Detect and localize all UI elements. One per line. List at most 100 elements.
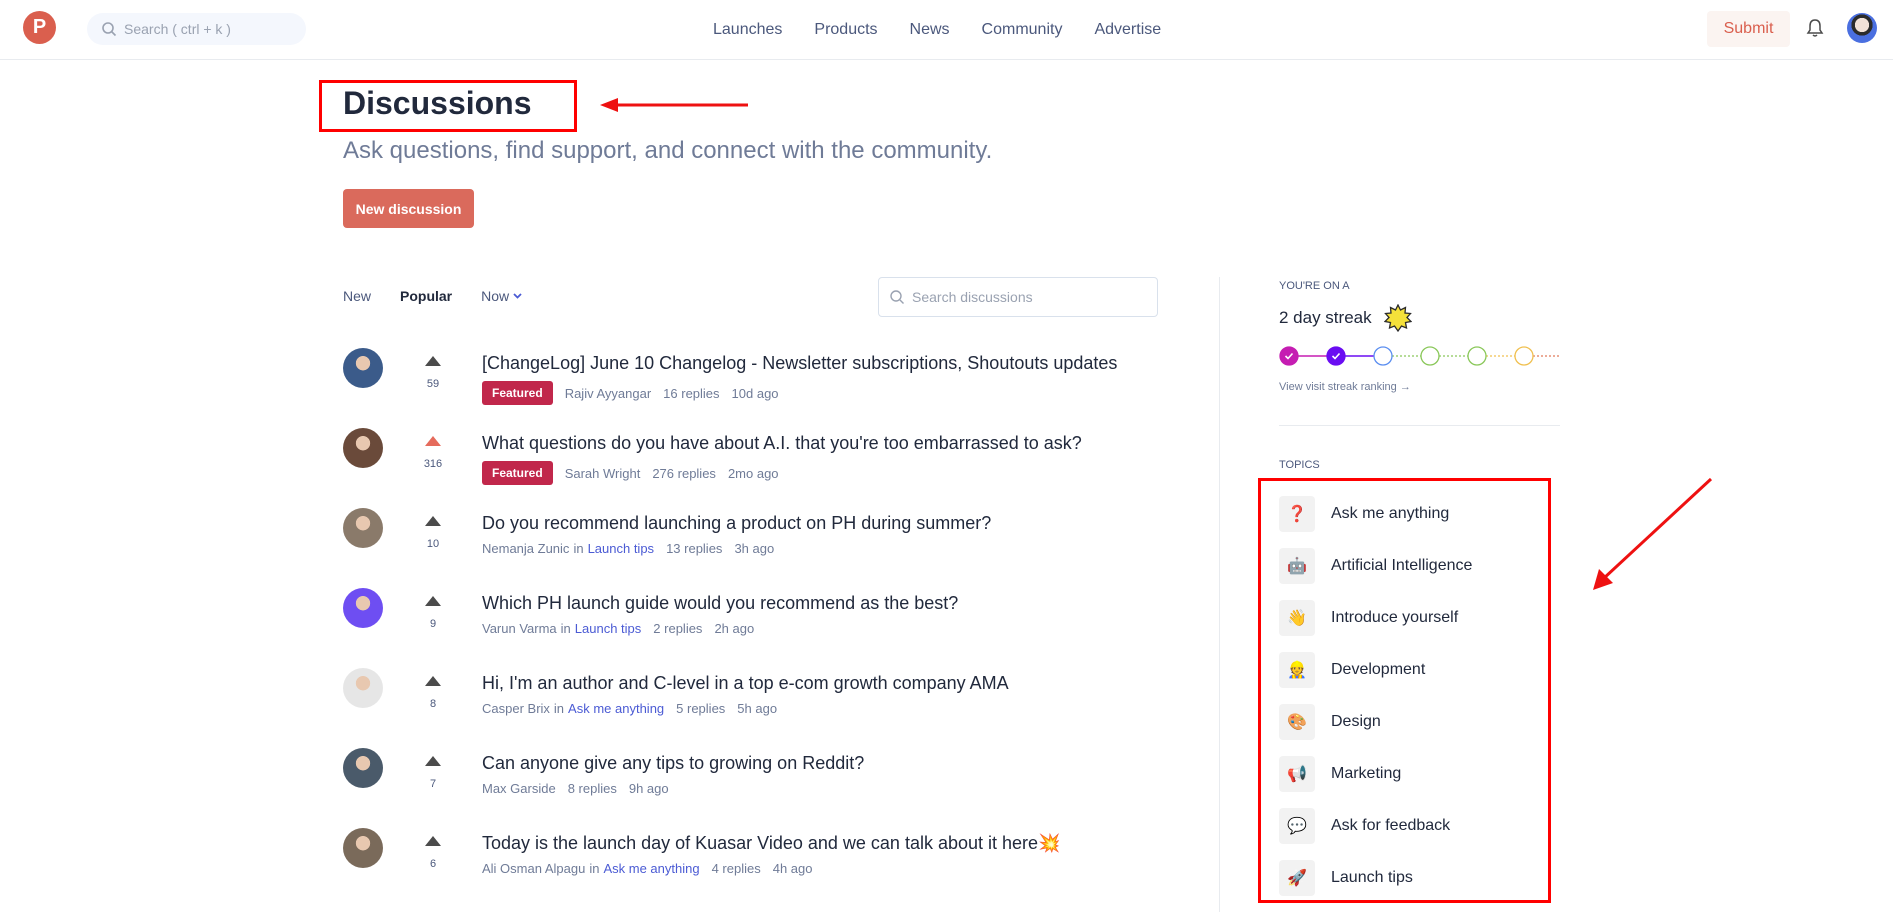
- topic-link[interactable]: Launch tips: [575, 621, 642, 636]
- author-name[interactable]: Varun Varma: [482, 621, 557, 636]
- replies-count: 276 replies: [652, 465, 716, 481]
- discussion-meta: Max Garside 8 replies 9h ago: [482, 781, 669, 796]
- upvote-button[interactable]: 6: [418, 830, 448, 870]
- author-avatar[interactable]: [343, 668, 383, 708]
- upvote-button[interactable]: 59: [418, 350, 448, 390]
- replies-count: 4 replies: [711, 861, 761, 876]
- sidebar-divider: [1279, 425, 1560, 426]
- new-discussion-button[interactable]: New discussion: [343, 189, 474, 228]
- topic-item[interactable]: 📢 Marketing: [1279, 748, 1472, 800]
- search-icon: [102, 22, 117, 37]
- streak-ranking-link[interactable]: View visit streak ranking →: [1279, 381, 1560, 393]
- upvote-arrow-icon: [425, 356, 441, 366]
- discussion-title[interactable]: Do you recommend launching a product on …: [482, 513, 991, 534]
- upvote-button[interactable]: 8: [418, 670, 448, 710]
- topic-link[interactable]: Ask me anything: [603, 861, 699, 876]
- post-age: 2mo ago: [727, 465, 779, 481]
- discussion-title[interactable]: What questions do you have about A.I. th…: [482, 433, 1082, 454]
- upvote-button[interactable]: 316: [418, 430, 448, 470]
- discussion-row[interactable]: 316 What questions do you have about A.I…: [343, 428, 1163, 508]
- topic-item[interactable]: 🚀 Launch tips: [1279, 852, 1472, 904]
- author-avatar[interactable]: [343, 828, 383, 868]
- topic-name: Ask me anything: [1331, 505, 1450, 522]
- author-avatar[interactable]: [343, 508, 383, 548]
- author-avatar[interactable]: [343, 428, 383, 468]
- nav-products[interactable]: Products: [814, 21, 877, 39]
- topic-name: Ask for feedback: [1331, 817, 1451, 834]
- discussion-title[interactable]: Can anyone give any tips to growing on R…: [482, 753, 864, 774]
- discussion-row[interactable]: 7 Can anyone give any tips to growing on…: [343, 748, 1163, 828]
- post-age: 10d ago: [731, 385, 779, 401]
- discussion-row[interactable]: 9 Which PH launch guide would you recomm…: [343, 588, 1163, 668]
- topics-list: ❓ Ask me anything 🤖 Artificial Intelligence…: [1279, 488, 1472, 904]
- discussion-title[interactable]: Which PH launch guide would you recommen…: [482, 593, 958, 614]
- discussion-title[interactable]: Today is the launch day of Kuasar Video …: [482, 833, 1060, 854]
- search-placeholder: Search ( ctrl + k ): [124, 21, 231, 37]
- author-name[interactable]: Nemanja Zunic: [482, 541, 569, 556]
- author-name[interactable]: Casper Brix: [482, 701, 550, 716]
- column-divider: [1219, 277, 1220, 912]
- vote-count: 6: [429, 858, 437, 870]
- topic-item[interactable]: ❓ Ask me anything: [1279, 488, 1472, 540]
- author-name[interactable]: Ali Osman Alpagu: [482, 861, 585, 876]
- tab-popular[interactable]: Popular: [400, 288, 452, 304]
- topic-item[interactable]: 🤖 Artificial Intelligence: [1279, 540, 1472, 592]
- topic-item[interactable]: 👷 Development: [1279, 644, 1472, 696]
- topic-link[interactable]: Launch tips: [588, 541, 655, 556]
- topic-item[interactable]: 💬 Ask for feedback: [1279, 800, 1472, 852]
- in-label: in: [560, 621, 571, 636]
- sun-badge-icon: [1383, 304, 1412, 332]
- discussion-meta: Casper Brix in Ask me anything 5 replies 5h …: [482, 701, 777, 716]
- discussion-meta: Varun Varma in Launch tips 2 replies 2h ago: [482, 621, 754, 636]
- chevron-down-icon: [513, 293, 522, 299]
- discussion-row[interactable]: 8 Hi, I'm an author and C-level in a top…: [343, 668, 1163, 748]
- author-avatar[interactable]: [343, 348, 383, 388]
- annotation-arrow-left-icon: [600, 98, 748, 112]
- sidebar: YOU'RE ON A 2 day streak View visit stre…: [1279, 280, 1560, 471]
- discussion-title[interactable]: [ChangeLog] June 10 Changelog - Newslett…: [482, 353, 1117, 374]
- nav-community[interactable]: Community: [982, 21, 1063, 39]
- post-age: 2h ago: [714, 621, 755, 636]
- nav-launches[interactable]: Launches: [713, 21, 782, 39]
- search-icon: [890, 290, 904, 304]
- vote-count: 9: [429, 618, 437, 630]
- nav-advertise[interactable]: Advertise: [1094, 21, 1161, 39]
- upvote-button[interactable]: 7: [418, 750, 448, 790]
- author-name[interactable]: Sarah Wright: [565, 466, 641, 481]
- topic-item[interactable]: 👋 Introduce yourself: [1279, 592, 1472, 644]
- discussion-row[interactable]: 6 Today is the launch day of Kuasar Vide…: [343, 828, 1163, 908]
- topic-item[interactable]: 🎨 Design: [1279, 696, 1472, 748]
- streak-day-pending: [1373, 346, 1393, 366]
- topic-link[interactable]: Ask me anything: [568, 701, 664, 716]
- top-header: P Search ( ctrl + k ) Launches Products …: [0, 0, 1893, 60]
- discussion-list: 59 [ChangeLog] June 10 Changelog - Newsl…: [343, 348, 1163, 908]
- bell-icon[interactable]: [1806, 18, 1824, 38]
- topic-name: Introduce yourself: [1331, 609, 1459, 626]
- author-name[interactable]: Rajiv Ayyangar: [565, 386, 651, 401]
- upvote-button[interactable]: 10: [418, 510, 448, 550]
- author-avatar[interactable]: [343, 588, 383, 628]
- upvote-button[interactable]: 9: [418, 590, 448, 630]
- product-hunt-logo[interactable]: P: [23, 11, 56, 44]
- user-avatar[interactable]: [1847, 13, 1877, 43]
- upvote-arrow-icon: [425, 676, 441, 686]
- in-label: in: [589, 861, 600, 876]
- streak-day-pending: [1420, 346, 1440, 366]
- replies-count: 5 replies: [676, 701, 726, 716]
- submit-button[interactable]: Submit: [1707, 11, 1790, 47]
- discussion-row[interactable]: 10 Do you recommend launching a product …: [343, 508, 1163, 588]
- time-filter-dropdown[interactable]: Now: [481, 288, 522, 304]
- streak-title: 2 day streak: [1279, 304, 1560, 332]
- discussion-row[interactable]: 59 [ChangeLog] June 10 Changelog - Newsl…: [343, 348, 1163, 428]
- tab-new[interactable]: New: [343, 288, 371, 304]
- search-discussions-input[interactable]: Search discussions: [878, 277, 1158, 317]
- in-label: in: [553, 701, 565, 716]
- author-avatar[interactable]: [343, 748, 383, 788]
- post-age: 5h ago: [737, 701, 778, 716]
- topic-name: Artificial Intelligence: [1331, 557, 1473, 574]
- nav-news[interactable]: News: [910, 21, 950, 39]
- page-title: Discussions: [343, 85, 532, 121]
- global-search-input[interactable]: Search ( ctrl + k ): [87, 13, 306, 45]
- author-name[interactable]: Max Garside: [482, 781, 556, 796]
- discussion-title[interactable]: Hi, I'm an author and C-level in a top e…: [482, 673, 1009, 694]
